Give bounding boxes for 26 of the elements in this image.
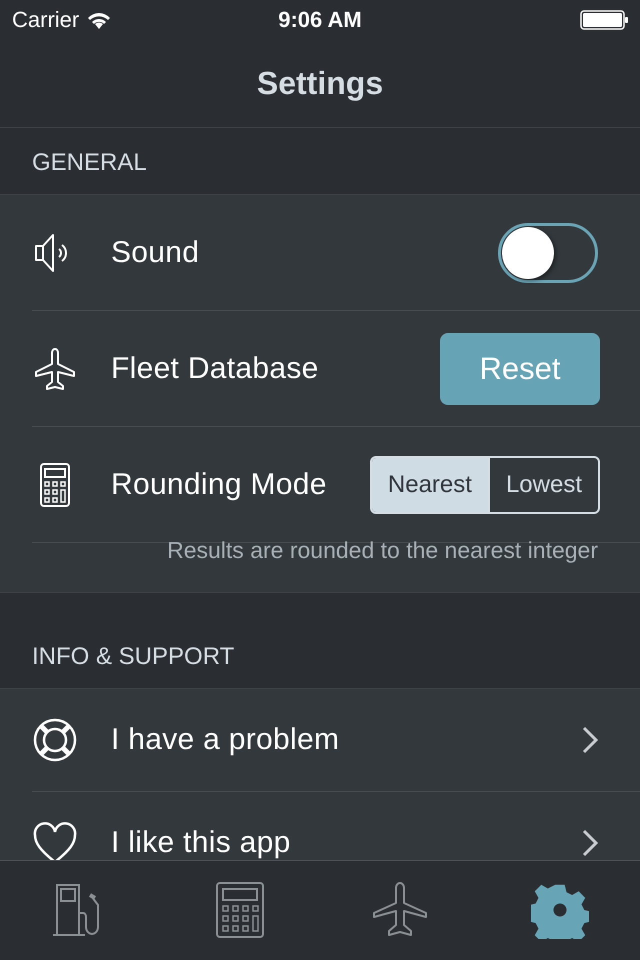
carrier-name: Carrier bbox=[12, 7, 80, 33]
tab-item[interactable] bbox=[370, 881, 430, 939]
section-header: GENERAL bbox=[32, 149, 147, 177]
wifi-icon bbox=[87, 11, 112, 29]
section-header: INFO & SUPPORT bbox=[32, 643, 234, 671]
settings-row[interactable]: I like this app bbox=[32, 792, 640, 860]
row-label: I have a problem bbox=[111, 723, 340, 757]
footer-note: Results are rounded to the nearest integer bbox=[167, 537, 598, 563]
row-label: Fleet Database bbox=[111, 352, 320, 386]
chevron-icon bbox=[582, 726, 598, 754]
row-label: Rounding Mode bbox=[111, 468, 328, 502]
battery-icon bbox=[580, 10, 628, 30]
airplane-icon bbox=[32, 346, 78, 392]
heart-icon bbox=[32, 820, 78, 860]
clock-time: 9:06 AM bbox=[278, 7, 362, 33]
chevron-icon bbox=[582, 829, 598, 857]
calculator-icon bbox=[215, 881, 265, 939]
segment-option[interactable]: Nearest bbox=[372, 458, 488, 512]
segment-option[interactable]: Lowest bbox=[488, 458, 598, 512]
row-label: I like this app bbox=[111, 826, 292, 860]
settings-row[interactable]: I have a problem bbox=[32, 689, 640, 792]
screen-title: Settings bbox=[256, 65, 384, 102]
airplane-icon bbox=[372, 881, 428, 939]
toggle-switch[interactable] bbox=[498, 222, 598, 282]
row-label: Sound bbox=[111, 236, 200, 270]
lifebuoy-icon bbox=[32, 717, 78, 763]
